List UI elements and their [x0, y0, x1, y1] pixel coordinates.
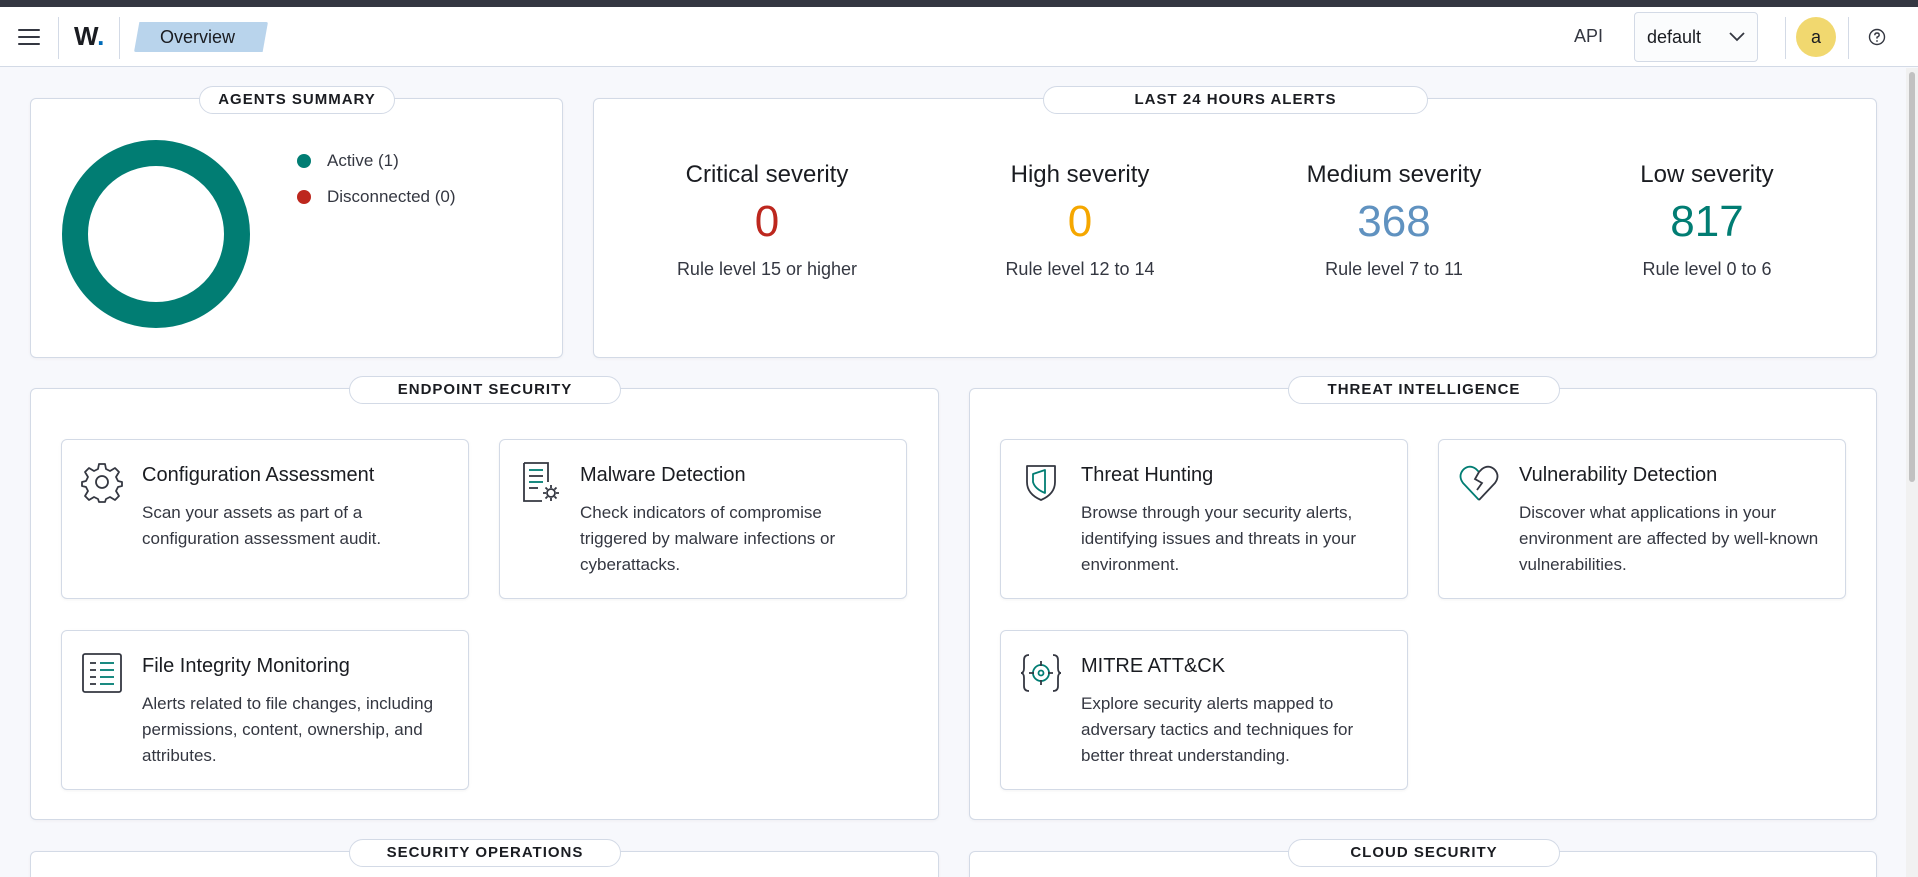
- alert-low-count[interactable]: 817: [1577, 197, 1837, 247]
- agents-summary-title: AGENTS SUMMARY: [199, 86, 395, 114]
- threat-intelligence-title: THREAT INTELLIGENCE: [1288, 376, 1560, 404]
- alert-critical[interactable]: Critical severity 0 Rule level 15 or hig…: [637, 161, 897, 280]
- breadcrumb-overview[interactable]: Overview: [134, 22, 268, 52]
- broken-heart-icon: [1459, 465, 1499, 501]
- page-scrollbar[interactable]: [1906, 68, 1918, 877]
- alert-critical-label: Critical severity: [685, 161, 849, 188]
- shield-icon: [1026, 465, 1056, 501]
- cloud-security-title: CLOUD SECURITY: [1288, 839, 1560, 867]
- user-avatar[interactable]: a: [1796, 17, 1836, 57]
- alert-high-count[interactable]: 0: [950, 197, 1210, 247]
- alert-low-sub: Rule level 0 to 6: [1642, 259, 1772, 279]
- file-list-icon: [82, 653, 122, 693]
- card-malware-detection[interactable]: Malware Detection Check indicators of co…: [499, 439, 907, 599]
- legend-dot-disconnected: [297, 190, 311, 204]
- donut-ring-active: [62, 140, 250, 328]
- header-divider: [1848, 17, 1849, 59]
- scrollbar-thumb[interactable]: [1909, 72, 1915, 482]
- card-configuration-assessment[interactable]: Configuration Assessment Scan your asset…: [61, 439, 469, 599]
- agents-summary-panel: AGENTS SUMMARY Active (1) Disconnected (…: [30, 86, 563, 358]
- card-description: Browse through your security alerts, ide…: [1081, 503, 1356, 574]
- card-title: File Integrity Monitoring: [142, 655, 350, 677]
- alerts-title: LAST 24 HOURS ALERTS: [1043, 86, 1428, 114]
- cloud-security-panel: CLOUD SECURITY: [969, 839, 1877, 877]
- api-link[interactable]: API: [1574, 26, 1603, 47]
- alert-medium-label: Medium severity: [1306, 161, 1482, 188]
- legend-dot-active: [297, 154, 311, 168]
- help-icon[interactable]: [1868, 28, 1886, 46]
- api-selector[interactable]: default: [1634, 12, 1758, 62]
- legend-label-disconnected: Disconnected (0): [327, 187, 456, 206]
- card-vulnerability-detection[interactable]: Vulnerability Detection Discover what ap…: [1438, 439, 1846, 599]
- card-description: Explore security alerts mapped to advers…: [1081, 694, 1354, 765]
- header-divider: [58, 17, 59, 59]
- header-divider: [119, 17, 120, 59]
- card-title: Malware Detection: [580, 464, 746, 486]
- agents-donut-chart: [62, 140, 250, 328]
- alert-low[interactable]: Low severity 817 Rule level 0 to 6: [1577, 161, 1837, 280]
- card-description: Discover what applications in your envir…: [1519, 503, 1819, 574]
- card-description: Check indicators of compromise triggered…: [580, 503, 836, 574]
- alert-medium-sub: Rule level 7 to 11: [1325, 259, 1463, 279]
- card-description: Alerts related to file changes, includin…: [142, 694, 434, 765]
- app-logo[interactable]: W.: [74, 21, 104, 52]
- alert-critical-count[interactable]: 0: [637, 197, 897, 247]
- alert-high-sub: Rule level 12 to 14: [1005, 259, 1155, 279]
- card-description: Scan your assets as part of a configurat…: [142, 503, 382, 548]
- alert-medium[interactable]: Medium severity 368 Rule level 7 to 11: [1264, 161, 1524, 280]
- legend-item-disconnected[interactable]: Disconnected (0): [297, 179, 456, 215]
- card-file-integrity-monitoring[interactable]: File Integrity Monitoring Alerts related…: [61, 630, 469, 790]
- alert-high-label: High severity: [1010, 161, 1150, 188]
- menu-icon[interactable]: [18, 29, 40, 45]
- endpoint-security-title: ENDPOINT SECURITY: [349, 376, 621, 404]
- card-title: Threat Hunting: [1081, 464, 1214, 486]
- alert-medium-count[interactable]: 368: [1264, 197, 1524, 247]
- card-title: Configuration Assessment: [142, 464, 375, 486]
- top-header: W. Overview API default a: [0, 7, 1918, 67]
- alerts-panel: LAST 24 HOURS ALERTS Critical severity 0…: [593, 86, 1877, 358]
- alert-critical-sub: Rule level 15 or higher: [676, 259, 858, 279]
- crosshair-braces-icon: [1020, 654, 1062, 692]
- threat-intelligence-panel: THREAT INTELLIGENCE Threat Hunting Brows…: [969, 376, 1877, 820]
- legend-label-active: Active (1): [327, 151, 399, 170]
- card-title: Vulnerability Detection: [1519, 464, 1718, 486]
- endpoint-security-panel: ENDPOINT SECURITY Configuration Assessme…: [30, 376, 939, 820]
- security-operations-panel: SECURITY OPERATIONS: [30, 839, 939, 877]
- legend-item-active[interactable]: Active (1): [297, 143, 456, 179]
- gear-icon: [81, 463, 123, 503]
- api-selector-value: default: [1647, 27, 1702, 47]
- card-mitre-attack[interactable]: MITRE ATT&CK Explore security alerts map…: [1000, 630, 1408, 790]
- security-operations-title: SECURITY OPERATIONS: [349, 839, 621, 867]
- malware-document-icon: [523, 462, 559, 502]
- card-title: MITRE ATT&CK: [1081, 655, 1226, 677]
- top-stripe: [0, 0, 1918, 7]
- card-threat-hunting[interactable]: Threat Hunting Browse through your secur…: [1000, 439, 1408, 599]
- chevron-down-icon: [1729, 32, 1745, 42]
- alert-low-label: Low severity: [1640, 161, 1774, 188]
- agents-legend: Active (1) Disconnected (0): [297, 143, 456, 215]
- header-divider: [1785, 17, 1786, 59]
- alert-high[interactable]: High severity 0 Rule level 12 to 14: [950, 161, 1210, 280]
